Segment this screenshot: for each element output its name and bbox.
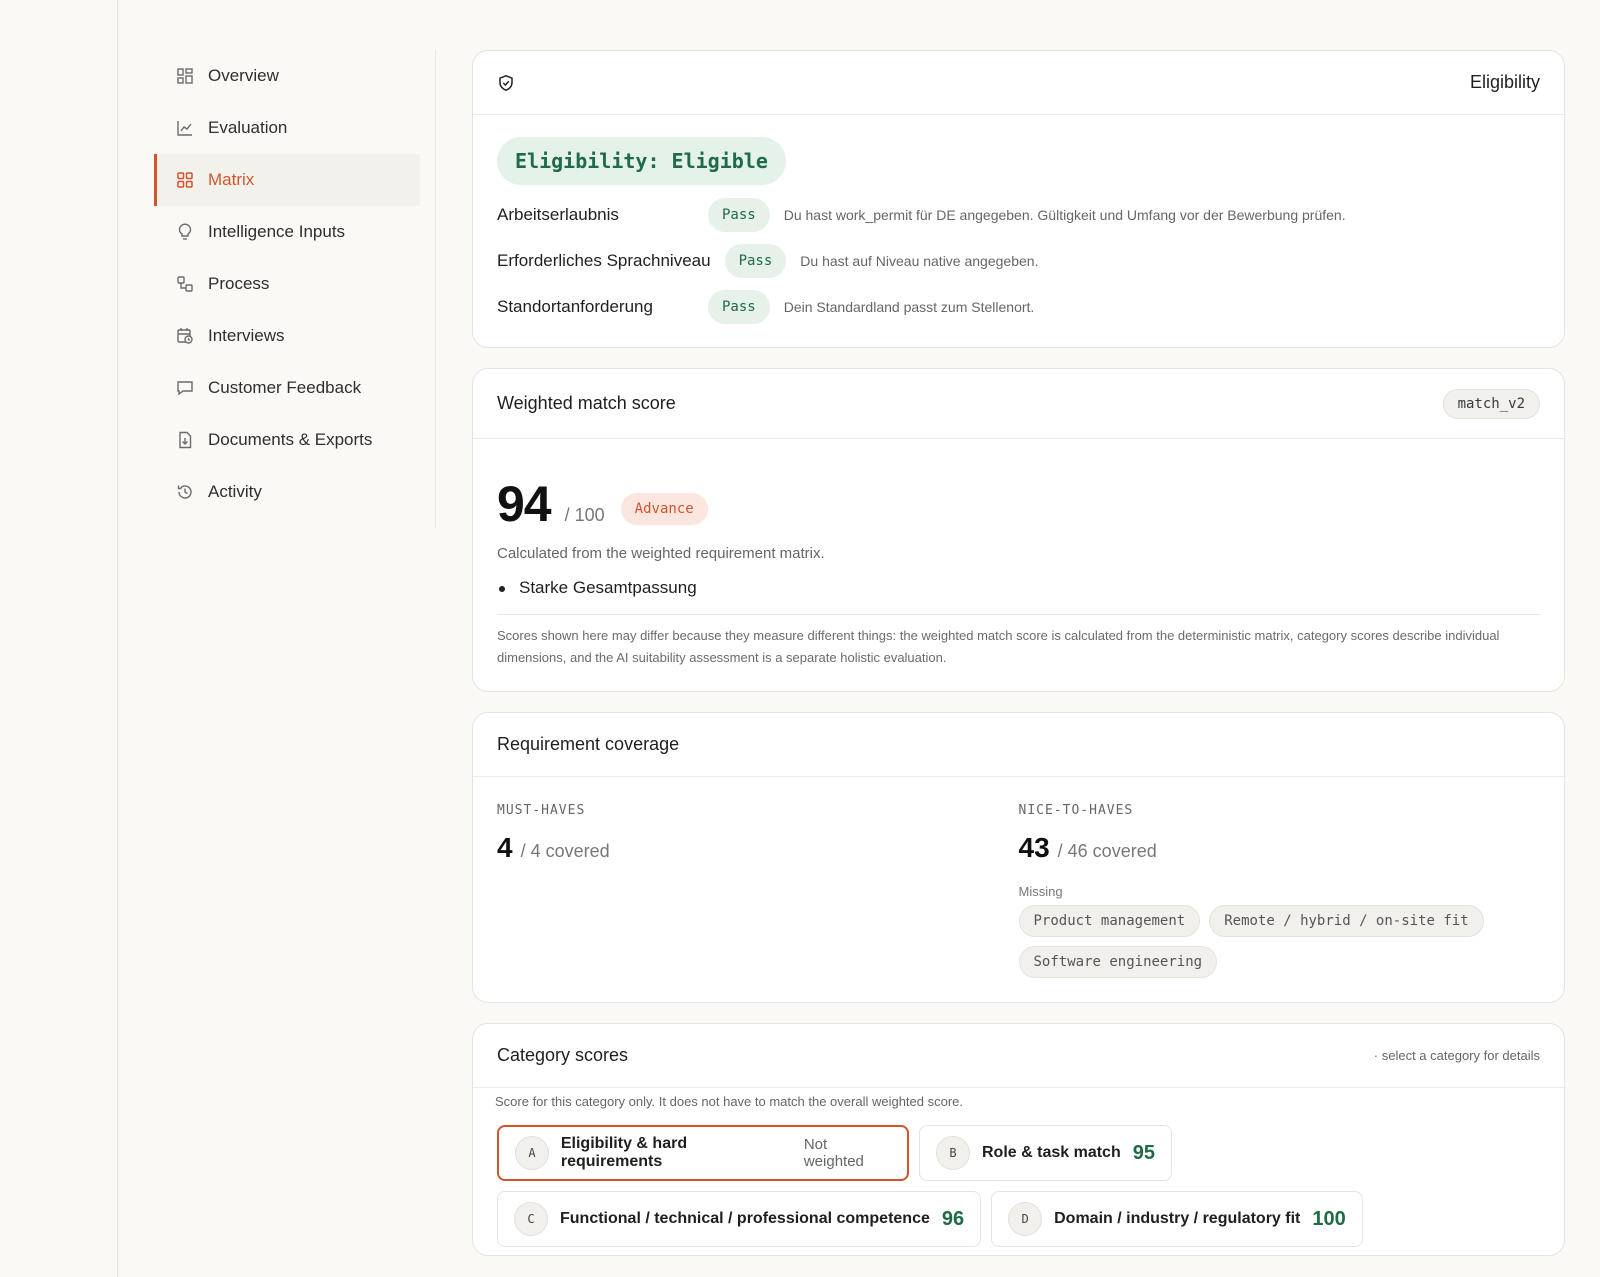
category-chip-b[interactable]: B Role & task match 95 — [919, 1125, 1172, 1181]
requirement-name: Standortanforderung — [497, 297, 653, 316]
requirement-coverage-card: Requirement coverage MUST-HAVES 4 / 4 co… — [472, 712, 1565, 1003]
nav-item-label: Process — [208, 274, 270, 293]
nav-item-customer-feedback[interactable]: Customer Feedback — [154, 362, 420, 414]
pass-badge: Pass — [724, 244, 787, 278]
match-score-value: 94 — [497, 476, 552, 532]
nav-item-overview[interactable]: Overview — [154, 50, 420, 102]
eligibility-card: Eligibility Eligibility: Eligible Arbeit… — [472, 50, 1565, 348]
must-haves-label: MUST-HAVES — [497, 803, 586, 818]
nav-item-activity[interactable]: Activity — [154, 466, 420, 518]
requirement-name: Arbeitserlaubnis — [497, 205, 619, 224]
missing-tag: Remote / hybrid / on-site fit — [1209, 905, 1484, 937]
must-haves-column: MUST-HAVES 4 / 4 covered — [497, 803, 1019, 978]
category-chips: A Eligibility & hard requirements Not we… — [473, 1109, 1564, 1255]
missing-tag: Product management — [1018, 905, 1201, 937]
pass-badge: Pass — [708, 290, 770, 324]
nav-item-process[interactable]: Process — [154, 258, 420, 310]
category-letter: B — [936, 1136, 970, 1170]
line-chart-icon — [176, 119, 194, 137]
requirement-row: Standortanforderung Pass Dein Standardla… — [497, 289, 1540, 325]
card-title: Category scores — [497, 1045, 629, 1065]
missing-tags: Product management Remote / hybrid / on-… — [1018, 905, 1519, 978]
card-title: Weighted match score — [497, 393, 676, 413]
card-header: Category scores · select a category for … — [473, 1024, 1564, 1088]
card-header: Eligibility — [473, 51, 1564, 115]
must-haves-covered: 4 — [497, 832, 513, 863]
category-score: 95 — [1132, 1141, 1155, 1164]
requirement-name: Erforderliches Sprachniveau — [497, 251, 711, 270]
shield-check-icon — [497, 74, 515, 92]
nav-item-evaluation[interactable]: Evaluation — [154, 102, 420, 154]
category-letter: D — [1008, 1202, 1043, 1236]
workflow-icon — [176, 275, 194, 293]
nice-to-haves-label: NICE-TO-HAVES — [1018, 803, 1134, 818]
calc-note: Calculated from the weighted requirement… — [497, 545, 825, 562]
nav-item-matrix[interactable]: Matrix — [154, 154, 420, 206]
category-name: Role & task match — [982, 1144, 1121, 1161]
category-letter: C — [514, 1202, 548, 1236]
must-haves-total: / 4 covered — [520, 841, 610, 861]
nice-to-haves-column: NICE-TO-HAVES 43 / 46 covered Missing Pr… — [1018, 803, 1541, 978]
category-chip-d[interactable]: D Domain / industry / regulatory fit 100 — [991, 1191, 1363, 1247]
requirement-note: Du hast work_permit für DE angegeben. Gü… — [783, 207, 1346, 223]
section-nav: Overview Evaluation Matrix Intelligence … — [154, 50, 436, 528]
chat-bubble-icon — [176, 379, 194, 397]
category-chip-a[interactable]: A Eligibility & hard requirements Not we… — [497, 1125, 909, 1181]
score-disclaimer: Scores shown here may differ because the… — [497, 628, 1500, 665]
summary-bullet: Starke Gesamtpassung — [497, 578, 1540, 598]
category-score: 100 — [1312, 1207, 1346, 1230]
requirement-note: Du hast auf Niveau native angegeben. — [800, 253, 1039, 269]
history-icon — [176, 483, 194, 501]
category-letter: A — [515, 1136, 549, 1170]
nav-item-label: Matrix — [208, 170, 255, 189]
card-header: Weighted match score match_v2 — [473, 369, 1564, 439]
missing-tag: Software engineering — [1018, 946, 1218, 978]
missing-label: Missing — [1018, 884, 1063, 899]
card-header: Requirement coverage — [473, 713, 1564, 777]
category-hint: · select a category for details — [1373, 1048, 1540, 1063]
nav-item-intelligence-inputs[interactable]: Intelligence Inputs — [154, 206, 420, 258]
card-title: Requirement coverage — [497, 734, 680, 754]
pass-badge: Pass — [708, 198, 770, 232]
category-not-weighted: Not weighted — [803, 1136, 864, 1170]
card-title: Eligibility — [1469, 72, 1540, 92]
nav-item-label: Overview — [208, 66, 279, 85]
main-content: Eligibility Eligibility: Eligible Arbeit… — [472, 50, 1565, 1256]
category-note: Score for this category only. It does no… — [495, 1094, 964, 1109]
file-download-icon — [176, 431, 194, 449]
matrix-grid-icon — [176, 171, 194, 189]
nav-item-label: Documents & Exports — [208, 430, 373, 449]
overview-grid-icon — [176, 67, 194, 85]
category-name: Functional / technical / professional co… — [560, 1210, 930, 1227]
nav-item-label: Customer Feedback — [208, 378, 362, 397]
nav-item-label: Evaluation — [208, 118, 288, 137]
requirement-note: Dein Standardland passt zum Stellenort. — [783, 299, 1035, 315]
requirement-row: Arbeitserlaubnis Pass Du hast work_permi… — [497, 197, 1540, 233]
score-line: 94 / 100 Advance — [497, 475, 1540, 533]
nav-item-documents-exports[interactable]: Documents & Exports — [154, 414, 420, 466]
nav-item-label: Interviews — [208, 326, 285, 345]
category-name: Domain / industry / regulatory fit — [1054, 1210, 1301, 1227]
lightbulb-icon — [176, 223, 194, 241]
verdict-badge: Advance — [620, 493, 708, 525]
requirement-row: Erforderliches Sprachniveau Pass Du hast… — [497, 243, 1540, 279]
left-rail — [0, 0, 118, 1277]
match-score-card: Weighted match score match_v2 94 / 100 A… — [472, 368, 1565, 692]
divider — [497, 614, 1540, 615]
nav-item-label: Intelligence Inputs — [208, 222, 346, 241]
version-badge: match_v2 — [1442, 388, 1540, 419]
nice-to-haves-total: / 46 covered — [1057, 841, 1157, 861]
eligibility-status-badge: Eligibility: Eligible — [497, 137, 786, 185]
score-max: / 100 — [564, 505, 605, 525]
category-name: Eligibility & hard requirements — [560, 1135, 688, 1170]
category-chip-c[interactable]: C Functional / technical / professional … — [497, 1191, 982, 1247]
nav-item-interviews[interactable]: Interviews — [154, 310, 420, 362]
calendar-clock-icon — [176, 327, 194, 345]
category-scores-card: Category scores · select a category for … — [472, 1023, 1565, 1256]
nice-to-haves-covered: 43 — [1018, 832, 1050, 863]
nav-item-label: Activity — [208, 482, 262, 501]
category-score: 96 — [941, 1207, 965, 1230]
